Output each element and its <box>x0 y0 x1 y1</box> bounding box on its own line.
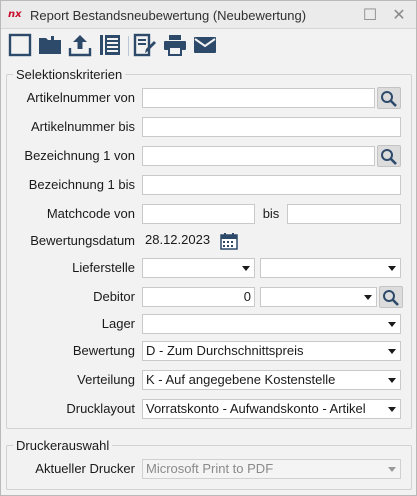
search-icon <box>381 149 397 165</box>
chevron-down-icon <box>364 295 372 300</box>
toolbar <box>1 30 416 60</box>
printer-selection-legend: Druckerauswahl <box>16 438 110 453</box>
maximize-button[interactable]: ☐ <box>359 5 381 25</box>
artikel-bis-input[interactable] <box>142 117 401 137</box>
selection-criteria-legend: Selektionskriterien <box>16 67 123 82</box>
chevron-down-icon <box>388 322 396 327</box>
drucklayout-select-value: Vorratskonto - Aufwandskonto - Artikel <box>146 401 366 416</box>
chevron-down-icon <box>388 407 396 412</box>
current-printer-select: Microsoft Print to PDF <box>142 459 401 479</box>
title-bar: nx Report Bestandsneubewertung (Neubewer… <box>1 1 416 29</box>
bezeichnung-von-search-button[interactable] <box>377 145 401 167</box>
bezeichnung-von-label: Bezeichnung 1 von <box>24 148 135 163</box>
current-printer-value: Microsoft Print to PDF <box>146 461 274 476</box>
upload-button[interactable] <box>68 33 94 59</box>
print-icon <box>164 35 186 56</box>
chevron-down-icon <box>388 378 396 383</box>
email-button[interactable] <box>193 33 219 59</box>
new-button[interactable] <box>8 33 34 59</box>
bezeichnung-bis-input[interactable] <box>142 175 401 195</box>
debitor-label: Debitor <box>93 289 135 304</box>
bewertung-select[interactable]: D - Zum Durchschnittspreis <box>142 341 401 361</box>
toolbar-separator <box>128 36 129 56</box>
lieferstelle-select[interactable] <box>142 258 255 278</box>
artikel-von-input[interactable] <box>142 88 375 108</box>
chevron-down-icon <box>388 266 396 271</box>
chevron-down-icon <box>242 266 250 271</box>
open-folder-icon <box>39 36 61 54</box>
upload-icon <box>68 35 92 57</box>
list-icon <box>100 35 120 55</box>
list-button[interactable] <box>98 33 124 59</box>
debitor-search-button[interactable] <box>379 286 403 308</box>
edit-document-icon <box>133 33 156 57</box>
bewertungsdatum-label: Bewertungsdatum <box>30 233 135 248</box>
lieferstelle-detail-select[interactable] <box>260 258 401 278</box>
verteilung-select-value: K - Auf angegebene Kostenstelle <box>146 372 336 387</box>
search-icon <box>383 290 399 306</box>
current-printer-label: Aktueller Drucker <box>35 461 135 476</box>
new-icon <box>8 33 32 57</box>
artikel-von-label: Artikelnummer von <box>26 90 135 105</box>
lieferstelle-label: Lieferstelle <box>72 260 135 275</box>
lager-select[interactable] <box>142 314 401 334</box>
calendar-icon <box>220 233 238 250</box>
verteilung-label: Verteilung <box>77 372 135 387</box>
artikel-von-search-button[interactable] <box>377 87 401 109</box>
edit-button[interactable] <box>133 33 159 59</box>
print-button[interactable] <box>163 33 189 59</box>
app-logo-icon: nx <box>8 9 22 20</box>
lager-label: Lager <box>101 316 135 331</box>
search-icon <box>381 91 397 107</box>
drucklayout-label: Drucklayout <box>66 401 135 416</box>
debitor-input[interactable]: 0 <box>142 287 255 307</box>
email-icon <box>194 37 216 53</box>
calendar-button[interactable] <box>220 232 238 250</box>
matchcode-bis-label: bis <box>262 206 280 221</box>
chevron-down-icon <box>388 349 396 354</box>
artikel-bis-label: Artikelnummer bis <box>30 119 135 134</box>
bezeichnung-bis-label: Bezeichnung 1 bis <box>28 177 135 192</box>
open-button[interactable] <box>38 33 64 59</box>
verteilung-select[interactable]: K - Auf angegebene Kostenstelle <box>142 370 401 390</box>
matchcode-von-input[interactable] <box>142 204 255 224</box>
bezeichnung-von-input[interactable] <box>142 146 375 166</box>
bewertung-label: Bewertung <box>72 343 135 358</box>
close-button[interactable]: ✕ <box>388 5 410 25</box>
report-window: nx Report Bestandsneubewertung (Neubewer… <box>0 0 417 496</box>
chevron-down-icon <box>388 467 396 472</box>
drucklayout-select[interactable]: Vorratskonto - Aufwandskonto - Artikel <box>142 399 401 419</box>
matchcode-von-label: Matchcode von <box>46 206 135 221</box>
matchcode-bis-input[interactable] <box>287 204 401 224</box>
bewertungsdatum-input[interactable]: 28.12.2023 <box>142 231 218 251</box>
window-title: Report Bestandsneubewertung (Neubewertun… <box>30 8 307 23</box>
debitor-select[interactable] <box>260 287 377 307</box>
bewertung-select-value: D - Zum Durchschnittspreis <box>146 343 304 358</box>
